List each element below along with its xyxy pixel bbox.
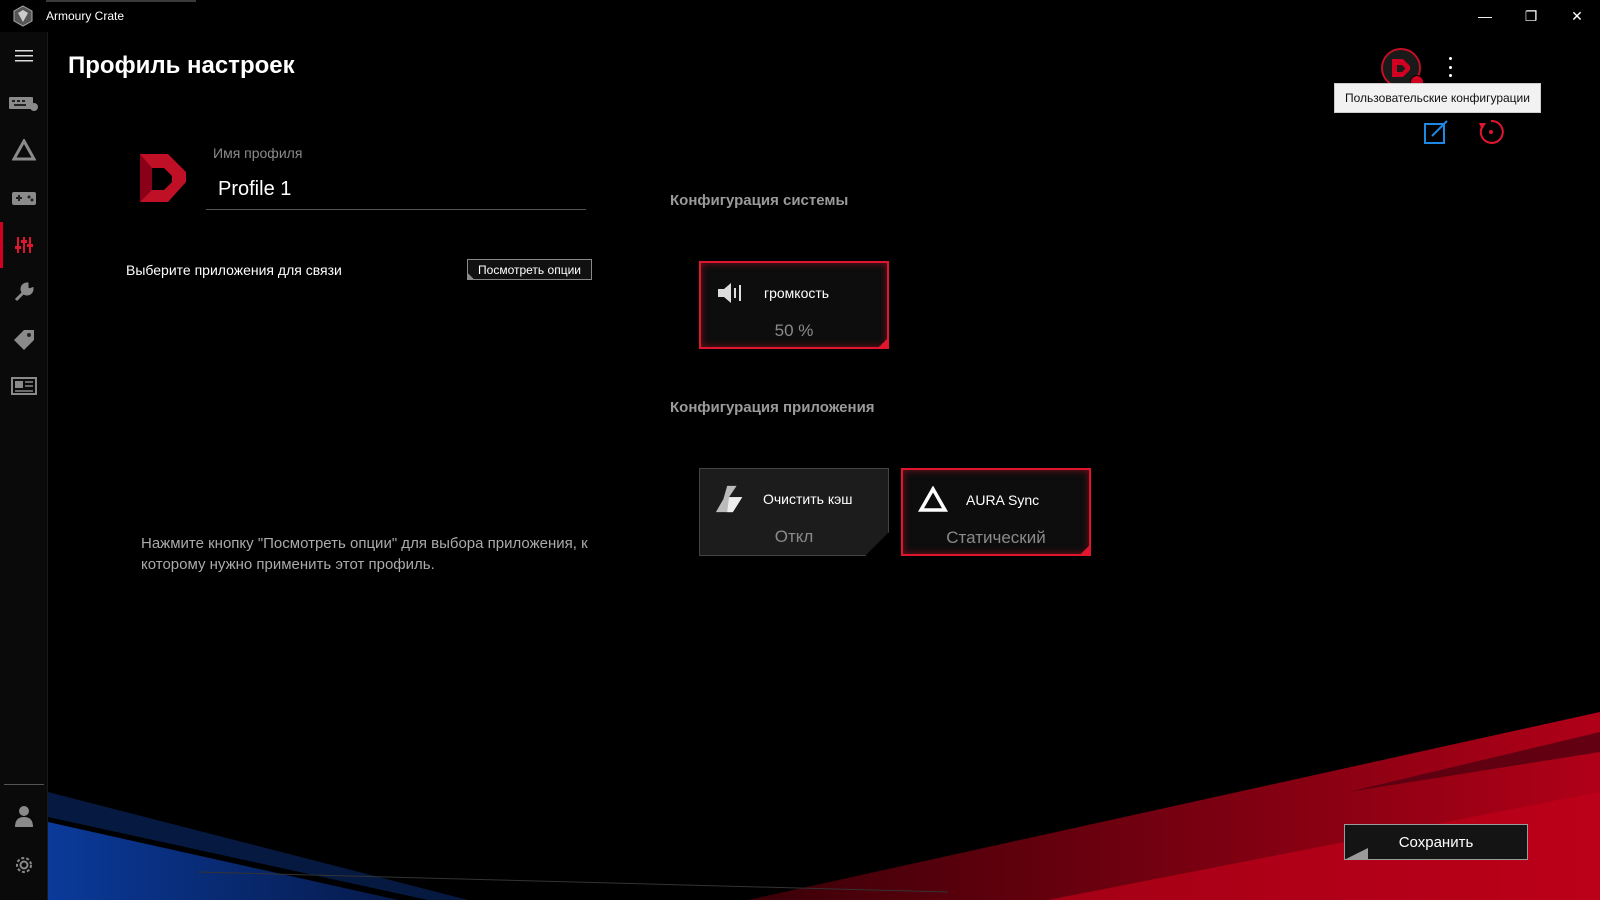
volume-card-value: 50 %	[774, 321, 814, 340]
sidebar-item-game-library[interactable]	[0, 175, 48, 221]
news-icon	[11, 377, 37, 395]
volume-card-title: громкость	[764, 285, 830, 301]
hamburger-icon	[15, 50, 33, 62]
save-button[interactable]: Сохранить	[1344, 824, 1528, 860]
aura-icon	[12, 139, 36, 161]
reset-icon	[1479, 119, 1504, 144]
card-corner	[865, 532, 889, 556]
more-options-button[interactable]	[1442, 54, 1458, 80]
sidebar	[0, 32, 48, 900]
title-bar: Armoury Crate — ❐ ✕	[0, 0, 1600, 32]
gear-icon	[16, 857, 32, 873]
more-dot-icon	[1448, 57, 1452, 60]
profile-name-label: Имя профиля	[213, 145, 303, 161]
aura-sync-card[interactable]: AURA Sync Статический	[901, 468, 1091, 556]
card-corner	[1079, 544, 1091, 556]
clear-cache-card-value: Откл	[774, 527, 814, 546]
app-config-title: Конфигурация приложения	[670, 399, 875, 416]
user-icon	[15, 806, 33, 827]
gamepad-icon	[12, 192, 36, 205]
volume-card[interactable]: громкость 50 %	[699, 261, 889, 349]
aura-sync-card-value: Статический	[946, 528, 1046, 547]
aura-sync-icon	[917, 484, 949, 516]
hint-text: Нажмите кнопку "Посмотреть опции" для вы…	[141, 535, 588, 573]
sidebar-item-tools[interactable]	[0, 269, 48, 315]
sidebar-item-user-center[interactable]	[0, 793, 48, 839]
tooltip: Пользовательские конфигурации	[1334, 83, 1541, 113]
profile-name-input[interactable]	[206, 170, 586, 210]
broom-icon	[714, 483, 746, 515]
tab-indicator	[46, 0, 196, 2]
wrench-icon	[14, 282, 34, 302]
sidebar-item-settings[interactable]	[0, 842, 48, 888]
more-dot-icon	[1448, 65, 1452, 69]
view-options-button[interactable]: Посмотреть опции	[467, 259, 592, 280]
hamburger-menu-button[interactable]	[0, 33, 48, 79]
rog-logo-icon	[0, 0, 46, 32]
restore-button[interactable]: ❐	[1508, 0, 1554, 32]
sidebar-item-deals[interactable]	[0, 316, 48, 362]
apps-link-label: Выберите приложения для связи	[126, 262, 342, 278]
sliders-icon	[15, 237, 33, 253]
close-button[interactable]: ✕	[1554, 0, 1600, 32]
edit-button[interactable]	[1422, 118, 1450, 146]
sidebar-item-devices[interactable]	[0, 80, 48, 126]
edit-icon	[1424, 120, 1448, 144]
background-decoration	[48, 712, 1600, 900]
window-title: Armoury Crate	[46, 9, 125, 23]
card-corner	[877, 337, 889, 349]
clear-cache-card-title: Очистить кэш	[763, 491, 853, 507]
system-config-title: Конфигурация системы	[670, 192, 849, 209]
minimize-button[interactable]: —	[1462, 0, 1508, 32]
profile-logo-icon	[138, 152, 188, 204]
reset-button[interactable]	[1476, 117, 1506, 147]
clear-cache-card[interactable]: Очистить кэш Откл	[699, 468, 889, 556]
sidebar-item-news[interactable]	[0, 363, 48, 409]
profile-d-icon	[1392, 59, 1410, 77]
tag-icon	[14, 330, 34, 350]
sidebar-item-aura[interactable]	[0, 127, 48, 173]
sidebar-item-scenario-profiles[interactable]	[0, 222, 48, 268]
page-title: Профиль настроек	[68, 52, 295, 79]
sidebar-divider	[4, 784, 44, 785]
aura-sync-card-title: AURA Sync	[966, 492, 1040, 508]
speaker-icon	[715, 277, 747, 309]
keyboard-icon	[9, 97, 38, 111]
more-dot-icon	[1448, 74, 1452, 77]
